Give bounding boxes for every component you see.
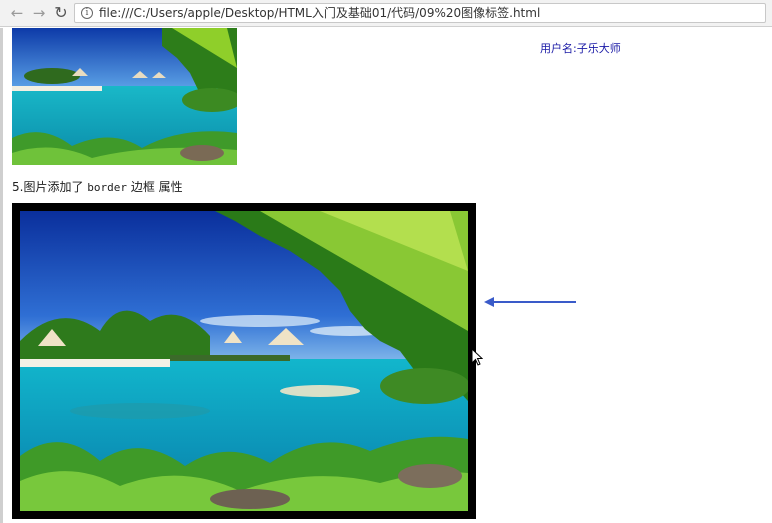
- info-icon[interactable]: i: [81, 7, 93, 19]
- heading-prefix: 5.图片添加了: [12, 180, 88, 194]
- left-edge-bar: [0, 28, 3, 523]
- address-bar[interactable]: i file:///C:/Users/apple/Desktop/HTML入门及…: [74, 3, 766, 23]
- page-content: 用户名:子乐大师 5.图片添加了 border 边框 属性: [0, 28, 772, 523]
- reload-icon[interactable]: ↻: [52, 4, 70, 22]
- heading-code: border: [87, 181, 128, 194]
- forward-arrow-icon[interactable]: →: [30, 4, 48, 22]
- back-arrow-icon[interactable]: ←: [8, 4, 26, 22]
- lagoon-image-small: [12, 28, 237, 165]
- browser-toolbar: ← → ↻ i file:///C:/Users/apple/Desktop/H…: [0, 0, 772, 27]
- pointer-arrow: [484, 297, 576, 307]
- username-label: 用户名:子乐大师: [540, 42, 621, 55]
- url-text[interactable]: file:///C:/Users/apple/Desktop/HTML入门及基础…: [99, 5, 540, 21]
- mouse-cursor-icon: [471, 348, 483, 366]
- heading-suffix: 边框 属性: [127, 180, 183, 194]
- section-heading: 5.图片添加了 border 边框 属性: [12, 178, 183, 195]
- lagoon-image-bordered: [12, 203, 476, 519]
